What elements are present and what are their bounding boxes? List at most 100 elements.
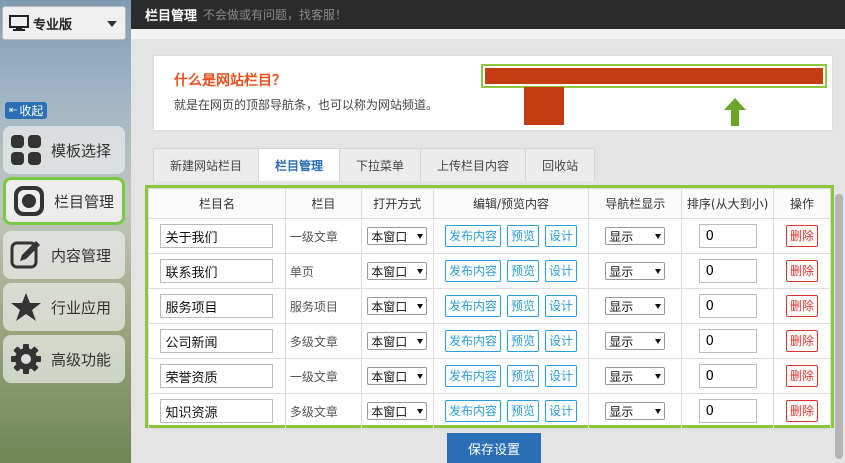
sidebar-item-advanced[interactable]: 高级功能 <box>3 335 125 383</box>
design-button[interactable]: 设计 <box>544 295 577 317</box>
tab-recycle-bin[interactable]: 回收站 <box>525 148 596 181</box>
delete-button[interactable]: 删除 <box>786 225 819 247</box>
order-input[interactable] <box>698 224 757 248</box>
order-input[interactable] <box>698 399 757 423</box>
header-order: 排序(从大到小) <box>681 188 775 219</box>
open-mode-value: 本窗口 <box>371 264 408 279</box>
preview-button[interactable]: 预览 <box>506 330 539 352</box>
column-name-input[interactable] <box>160 364 274 388</box>
preview-button[interactable]: 预览 <box>506 225 539 247</box>
grid-icon <box>9 133 43 167</box>
open-mode-select[interactable]: 本窗口 <box>367 227 428 245</box>
order-input[interactable] <box>698 259 757 283</box>
nav-display-value: 显示 <box>609 299 634 314</box>
tab-bar: 新建网站栏目 栏目管理 下拉菜单 上传栏目内容 回收站 <box>153 148 596 181</box>
preview-button[interactable]: 预览 <box>506 400 539 422</box>
publish-content-button[interactable]: 发布内容 <box>444 225 501 247</box>
nav-display-select[interactable]: 显示 <box>605 297 666 315</box>
table-row: 多级文章本窗口 发布内容预览设计 显示 删除 <box>148 393 831 429</box>
design-button[interactable]: 设计 <box>544 260 577 282</box>
tab-column-manage[interactable]: 栏目管理 <box>258 148 341 181</box>
nav-display-select[interactable]: 显示 <box>605 262 666 280</box>
help-hint: 不会做或有问题，找客服！ <box>203 8 348 22</box>
open-mode-value: 本窗口 <box>371 404 408 419</box>
design-button[interactable]: 设计 <box>544 225 577 247</box>
tab-new-column[interactable]: 新建网站栏目 <box>153 148 260 181</box>
design-button[interactable]: 设计 <box>544 330 577 352</box>
collapse-button[interactable]: ⇤ 收起 <box>5 102 48 119</box>
pencil-icon <box>9 238 43 272</box>
nav-display-value: 显示 <box>609 404 634 419</box>
chevron-down-icon <box>417 338 424 344</box>
preview-button[interactable]: 预览 <box>506 365 539 387</box>
page-title: 栏目管理 <box>145 9 198 24</box>
sidebar-item-label: 高级功能 <box>51 350 112 369</box>
publish-content-button[interactable]: 发布内容 <box>444 400 501 422</box>
sidebar-item-columns[interactable]: 栏目管理 <box>3 177 125 225</box>
column-type: 多级文章 <box>284 393 362 429</box>
nav-bar-illustration <box>481 64 827 88</box>
tab-upload-content[interactable]: 上传栏目内容 <box>420 148 527 181</box>
column-type: 多级文章 <box>284 323 362 359</box>
record-icon <box>12 184 46 218</box>
info-answer: 就是在网页的顶部导航条，也可以称为网站频道。 <box>174 98 439 112</box>
nav-display-value: 显示 <box>609 334 634 349</box>
open-mode-select[interactable]: 本窗口 <box>367 402 428 420</box>
column-name-input[interactable] <box>160 329 274 353</box>
chevron-down-icon <box>655 338 662 344</box>
design-button[interactable]: 设计 <box>544 400 577 422</box>
tab-dropdown-menu[interactable]: 下拉菜单 <box>339 148 422 181</box>
order-input[interactable] <box>698 364 757 388</box>
nav-display-select[interactable]: 显示 <box>605 227 666 245</box>
column-name-input[interactable] <box>160 399 274 423</box>
column-type: 一级文章 <box>284 358 362 394</box>
publish-content-button[interactable]: 发布内容 <box>444 260 501 282</box>
preview-button[interactable]: 预览 <box>506 260 539 282</box>
sidebar-item-template[interactable]: 模板选择 <box>3 126 125 174</box>
header-open-mode: 打开方式 <box>360 188 434 219</box>
column-type: 单页 <box>284 253 362 289</box>
open-mode-select[interactable]: 本窗口 <box>367 367 428 385</box>
preview-button[interactable]: 预览 <box>506 295 539 317</box>
header-edit-preview: 编辑/预览内容 <box>432 188 590 219</box>
order-input[interactable] <box>698 329 757 353</box>
delete-button[interactable]: 删除 <box>786 260 819 282</box>
publish-content-button[interactable]: 发布内容 <box>444 365 501 387</box>
save-button[interactable]: 保存设置 <box>447 433 541 463</box>
header-action: 操作 <box>773 188 831 219</box>
column-name-input[interactable] <box>160 259 274 283</box>
sidebar-item-industry[interactable]: 行业应用 <box>3 283 125 331</box>
table-row: 一级文章本窗口 发布内容预览设计 显示 删除 <box>148 358 831 394</box>
edition-selector[interactable]: 专业版 <box>2 6 126 40</box>
delete-button[interactable]: 删除 <box>786 295 819 317</box>
sidebar-item-content[interactable]: 内容管理 <box>3 231 125 279</box>
nav-display-select[interactable]: 显示 <box>605 402 666 420</box>
sidebar-item-label: 模板选择 <box>51 141 112 160</box>
chevron-down-icon <box>655 268 662 274</box>
column-name-input[interactable] <box>160 224 274 248</box>
order-input[interactable] <box>698 294 757 318</box>
open-mode-select[interactable]: 本窗口 <box>367 262 428 280</box>
edition-label: 专业版 <box>33 17 73 33</box>
chevron-down-icon <box>417 303 424 309</box>
scrollbar[interactable] <box>835 194 843 459</box>
sidebar: 专业版 ⇤ 收起 模板选择 栏目管理 内容管理 行业应用 高级功能 <box>0 0 131 463</box>
delete-button[interactable]: 删除 <box>786 365 819 387</box>
nav-display-select[interactable]: 显示 <box>605 367 666 385</box>
table-row: 多级文章本窗口 发布内容预览设计 显示 删除 <box>148 323 831 359</box>
monitor-icon <box>9 15 29 31</box>
design-button[interactable]: 设计 <box>544 365 577 387</box>
open-mode-select[interactable]: 本窗口 <box>367 332 428 350</box>
header-type: 栏目 <box>284 188 362 219</box>
delete-button[interactable]: 删除 <box>786 330 819 352</box>
chevron-down-icon <box>417 233 424 239</box>
table-row: 单页本窗口 发布内容预览设计 显示 删除 <box>148 253 831 289</box>
delete-button[interactable]: 删除 <box>786 400 819 422</box>
publish-content-button[interactable]: 发布内容 <box>444 330 501 352</box>
column-name-input[interactable] <box>160 294 274 318</box>
publish-content-button[interactable]: 发布内容 <box>444 295 501 317</box>
nav-display-select[interactable]: 显示 <box>605 332 666 350</box>
gear-icon <box>9 342 43 376</box>
chevron-down-icon <box>107 21 117 27</box>
open-mode-select[interactable]: 本窗口 <box>367 297 428 315</box>
